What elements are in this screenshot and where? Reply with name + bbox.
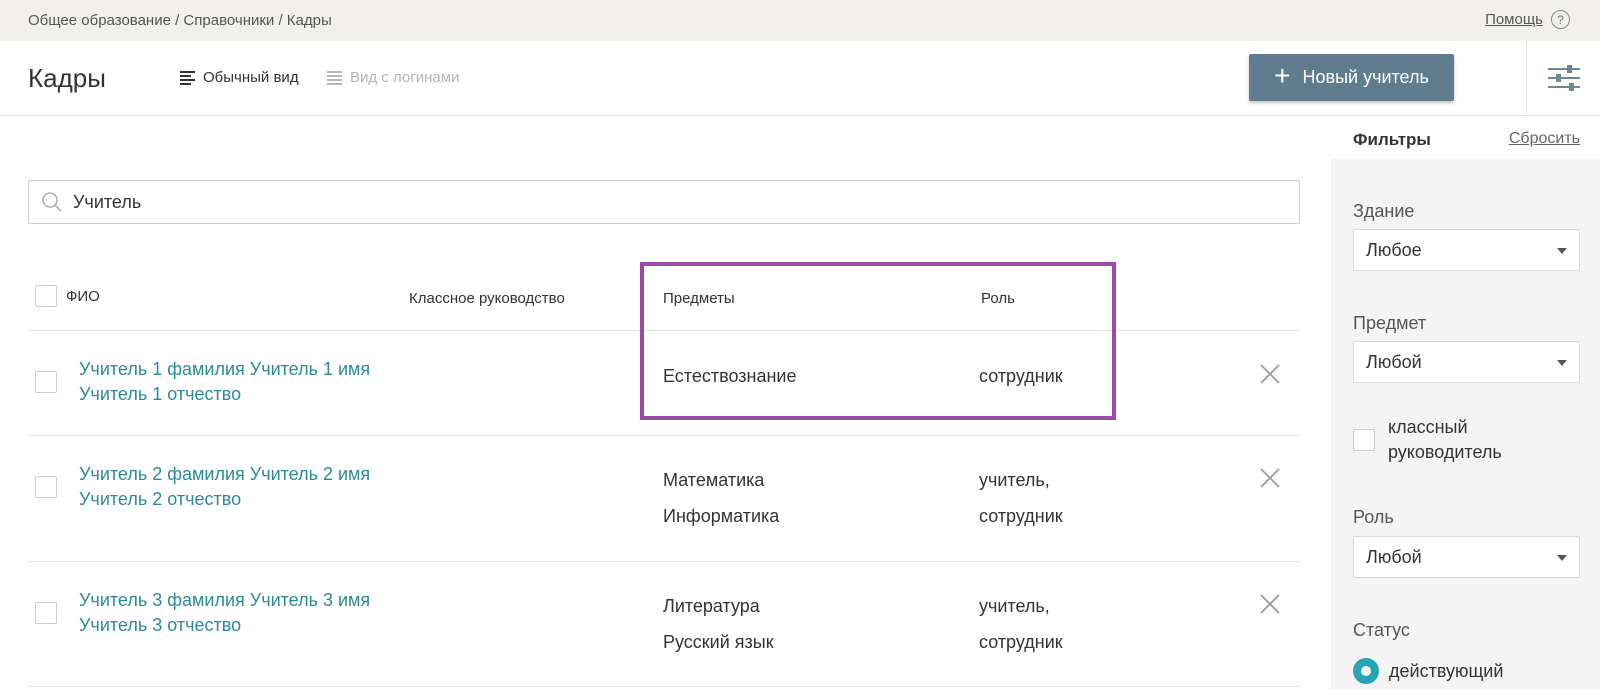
status-radio-active[interactable] bbox=[1353, 658, 1379, 684]
column-header-class[interactable]: Классное руководство bbox=[409, 290, 565, 307]
subject-select-value: Любой bbox=[1366, 352, 1422, 372]
delete-icon[interactable] bbox=[1259, 467, 1281, 489]
row-divider bbox=[28, 686, 1300, 687]
row-divider bbox=[28, 435, 1300, 436]
page-header: Кадры Обычный вид Вид с логинами + Новый… bbox=[0, 41, 1600, 116]
view-logins-toggle[interactable]: Вид с логинами bbox=[327, 69, 459, 86]
caret-down-icon bbox=[1557, 248, 1567, 254]
class-teacher-label[interactable]: классный руководитель bbox=[1388, 415, 1538, 465]
row-checkbox[interactable] bbox=[35, 602, 57, 624]
subject-value: Математика bbox=[663, 470, 765, 490]
filters-reset-link[interactable]: Сбросить bbox=[1509, 130, 1580, 148]
status-radio-label[interactable]: действующий bbox=[1389, 661, 1503, 682]
class-teacher-checkbox[interactable] bbox=[1353, 429, 1375, 451]
search-input[interactable] bbox=[73, 181, 1273, 223]
highlight-frame bbox=[640, 262, 1116, 420]
teacher-name-line1[interactable]: Учитель 2 фамилия Учитель 2 имя bbox=[79, 462, 370, 487]
teacher-name-line2[interactable]: Учитель 3 отчество bbox=[79, 613, 370, 638]
help-icon[interactable]: ? bbox=[1551, 10, 1570, 29]
table-view-icon bbox=[327, 70, 342, 85]
subject-label: Предмет bbox=[1353, 313, 1427, 333]
subject-value: Литература bbox=[663, 596, 760, 616]
teacher-name-link[interactable]: Учитель 2 фамилия Учитель 2 имя Учитель … bbox=[79, 462, 370, 512]
building-select[interactable]: Любое bbox=[1353, 229, 1580, 271]
role-label: Роль bbox=[1353, 507, 1394, 527]
role-value: учитель, bbox=[979, 470, 1050, 490]
search-box[interactable] bbox=[28, 180, 1300, 224]
role-value: учитель, bbox=[979, 596, 1050, 616]
teacher-name-line2[interactable]: Учитель 1 отчество bbox=[79, 382, 370, 407]
teacher-name-link[interactable]: Учитель 3 фамилия Учитель 3 имя Учитель … bbox=[79, 588, 370, 638]
teacher-name-line1[interactable]: Учитель 3 фамилия Учитель 3 имя bbox=[79, 588, 370, 613]
caret-down-icon bbox=[1557, 555, 1567, 561]
row-divider bbox=[28, 561, 1300, 562]
role-select-value: Любой bbox=[1366, 547, 1422, 567]
view-normal-label: Обычный вид bbox=[203, 69, 299, 86]
role-select[interactable]: Любой bbox=[1353, 536, 1580, 578]
filter-settings-icon[interactable] bbox=[1547, 65, 1581, 91]
breadcrumb: Общее образование / Справочники / Кадры bbox=[28, 12, 332, 29]
row-checkbox[interactable] bbox=[35, 476, 57, 498]
teacher-name-line2[interactable]: Учитель 2 отчество bbox=[79, 487, 370, 512]
building-select-value: Любое bbox=[1366, 240, 1422, 260]
list-view-icon bbox=[180, 70, 195, 85]
column-header-fio[interactable]: ФИО bbox=[66, 288, 100, 305]
subject-select[interactable]: Любой bbox=[1353, 341, 1580, 383]
filters-header: Фильтры Сбросить bbox=[1331, 117, 1600, 159]
role-value: сотрудник bbox=[979, 506, 1063, 526]
teacher-name-line1[interactable]: Учитель 1 фамилия Учитель 1 имя bbox=[79, 357, 370, 382]
plus-icon: + bbox=[1274, 60, 1291, 91]
select-all-checkbox[interactable] bbox=[35, 285, 57, 307]
header-divider bbox=[1526, 41, 1527, 116]
caret-down-icon bbox=[1557, 360, 1567, 366]
help-link[interactable]: Помощь bbox=[1485, 11, 1543, 28]
search-icon bbox=[42, 192, 62, 212]
status-label: Статус bbox=[1353, 620, 1410, 640]
help[interactable]: Помощь ? bbox=[1485, 10, 1570, 29]
subject-value: Информатика bbox=[663, 506, 780, 526]
filters-title: Фильтры bbox=[1353, 130, 1431, 149]
subject-value: Русский язык bbox=[663, 632, 774, 652]
top-bar: Общее образование / Справочники / Кадры … bbox=[0, 0, 1600, 41]
building-label: Здание bbox=[1353, 201, 1415, 221]
role-value: сотрудник bbox=[979, 632, 1063, 652]
role-cell: учитель, сотрудник bbox=[979, 588, 1063, 660]
subjects-cell: Литература Русский язык bbox=[663, 588, 774, 660]
teacher-name-link[interactable]: Учитель 1 фамилия Учитель 1 имя Учитель … bbox=[79, 357, 370, 407]
filters-panel: Фильтры Сбросить Здание Любое Предмет Лю… bbox=[1331, 117, 1600, 689]
subjects-cell: Математика Информатика bbox=[663, 462, 779, 534]
new-teacher-button[interactable]: + Новый учитель bbox=[1249, 54, 1454, 101]
view-normal-toggle[interactable]: Обычный вид bbox=[180, 69, 299, 86]
delete-icon[interactable] bbox=[1259, 363, 1281, 385]
page-title: Кадры bbox=[28, 63, 106, 93]
role-cell: учитель, сотрудник bbox=[979, 462, 1063, 534]
delete-icon[interactable] bbox=[1259, 593, 1281, 615]
row-checkbox[interactable] bbox=[35, 371, 57, 393]
view-logins-label: Вид с логинами bbox=[350, 69, 460, 86]
new-teacher-label: Новый учитель bbox=[1302, 67, 1429, 87]
